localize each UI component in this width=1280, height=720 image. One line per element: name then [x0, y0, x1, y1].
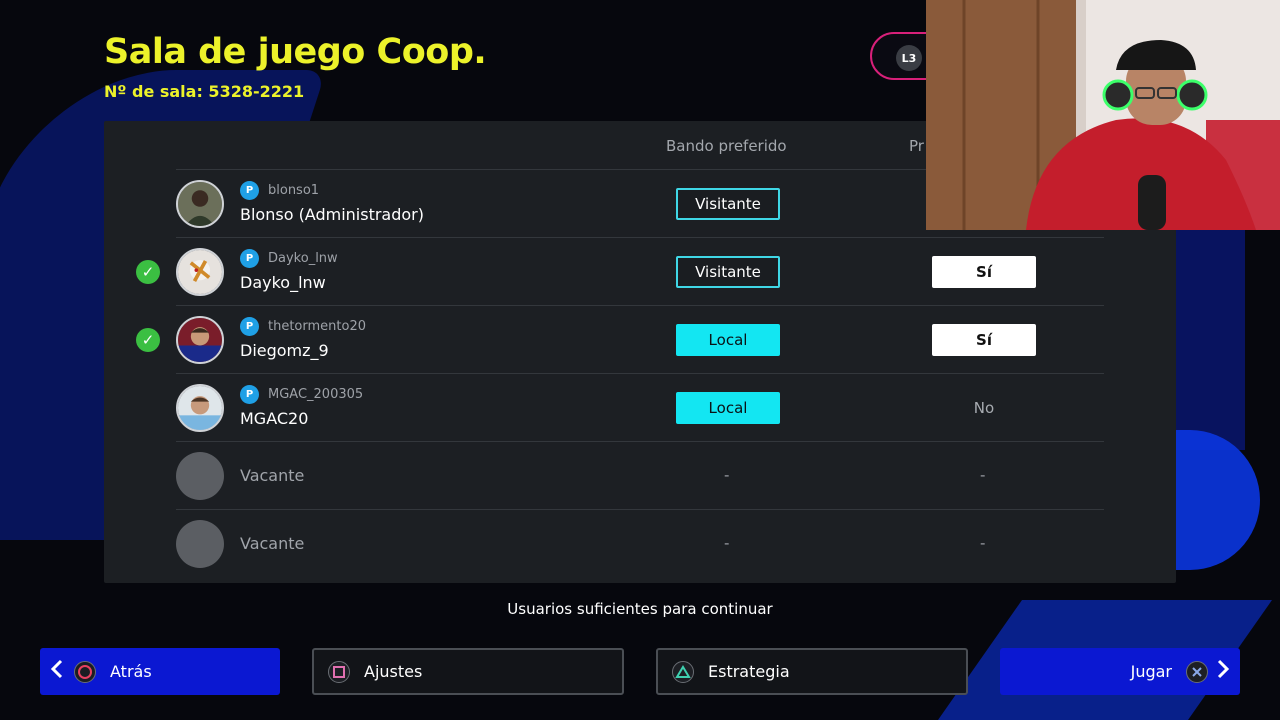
player-name: Blonso (Administrador) — [240, 205, 424, 224]
avatar — [176, 384, 224, 432]
room-number: Nº de sala: 5328-2221 — [104, 82, 305, 101]
avatar — [176, 248, 224, 296]
vacant-slot[interactable]: Vacante - - — [176, 509, 1104, 577]
player-row[interactable]: P MGAC_200305 MGAC20 Local No — [176, 373, 1104, 441]
side-empty: - — [724, 466, 730, 484]
ready-check-icon: ✓ — [136, 260, 160, 284]
pref-badge: Sí — [932, 256, 1036, 288]
avatar — [176, 316, 224, 364]
chevron-left-icon — [50, 659, 64, 684]
back-label: Atrás — [110, 662, 152, 681]
back-button[interactable]: Atrás — [40, 648, 280, 695]
psn-id: MGAC_200305 — [268, 387, 364, 402]
settings-button[interactable]: Ajustes — [312, 648, 624, 695]
player-row[interactable]: ✓ P thetormento20 Diegomz_9 Local Sí — [136, 305, 1104, 373]
settings-label: Ajustes — [364, 662, 423, 681]
playstation-icon: P — [240, 249, 259, 268]
player-name: MGAC20 — [240, 409, 309, 428]
psn-id: Dayko_lnw — [268, 251, 338, 266]
circle-button-icon — [74, 660, 96, 683]
square-button-icon — [328, 660, 350, 683]
player-row[interactable]: ✓ P Dayko_lnw Dayko_lnw Visitante Sí — [136, 237, 1104, 305]
play-button[interactable]: Jugar — [1000, 648, 1240, 695]
side-badge: Visitante — [676, 256, 780, 288]
player-name: Diegomz_9 — [240, 341, 329, 360]
strategy-label: Estrategia — [708, 662, 790, 681]
empty-avatar — [176, 452, 224, 500]
psn-id: thetormento20 — [268, 319, 366, 334]
column-header-pref: Pr — [909, 137, 924, 155]
triangle-button-icon — [672, 660, 694, 683]
vacant-label: Vacante — [240, 466, 305, 485]
playstation-icon: P — [240, 385, 259, 404]
side-badge: Visitante — [676, 188, 780, 220]
side-badge: Local — [676, 324, 780, 356]
chevron-right-icon — [1216, 659, 1230, 684]
side-empty: - — [724, 534, 730, 552]
ready-check-icon: ✓ — [136, 328, 160, 352]
pref-empty: - — [980, 466, 986, 484]
strategy-button[interactable]: Estrategia — [656, 648, 968, 695]
playstation-icon: P — [240, 317, 259, 336]
column-header-side: Bando preferido — [666, 137, 787, 155]
pref-value: No — [973, 399, 995, 417]
status-message: Usuarios suficientes para continuar — [507, 600, 773, 618]
player-name: Dayko_lnw — [240, 273, 326, 292]
vacant-label: Vacante — [240, 534, 305, 553]
playstation-icon: P — [240, 181, 259, 200]
play-label: Jugar — [1130, 662, 1172, 681]
empty-avatar — [176, 520, 224, 568]
page-title: Sala de juego Coop. — [104, 32, 487, 72]
pref-empty: - — [980, 534, 986, 552]
webcam-overlay — [926, 0, 1280, 230]
l3-button-icon: L3 — [896, 45, 922, 71]
psn-id: blonso1 — [268, 183, 320, 198]
vacant-slot[interactable]: Vacante - - — [176, 441, 1104, 509]
pref-badge: Sí — [932, 324, 1036, 356]
side-badge: Local — [676, 392, 780, 424]
cross-button-icon — [1186, 660, 1208, 683]
avatar — [176, 180, 224, 228]
